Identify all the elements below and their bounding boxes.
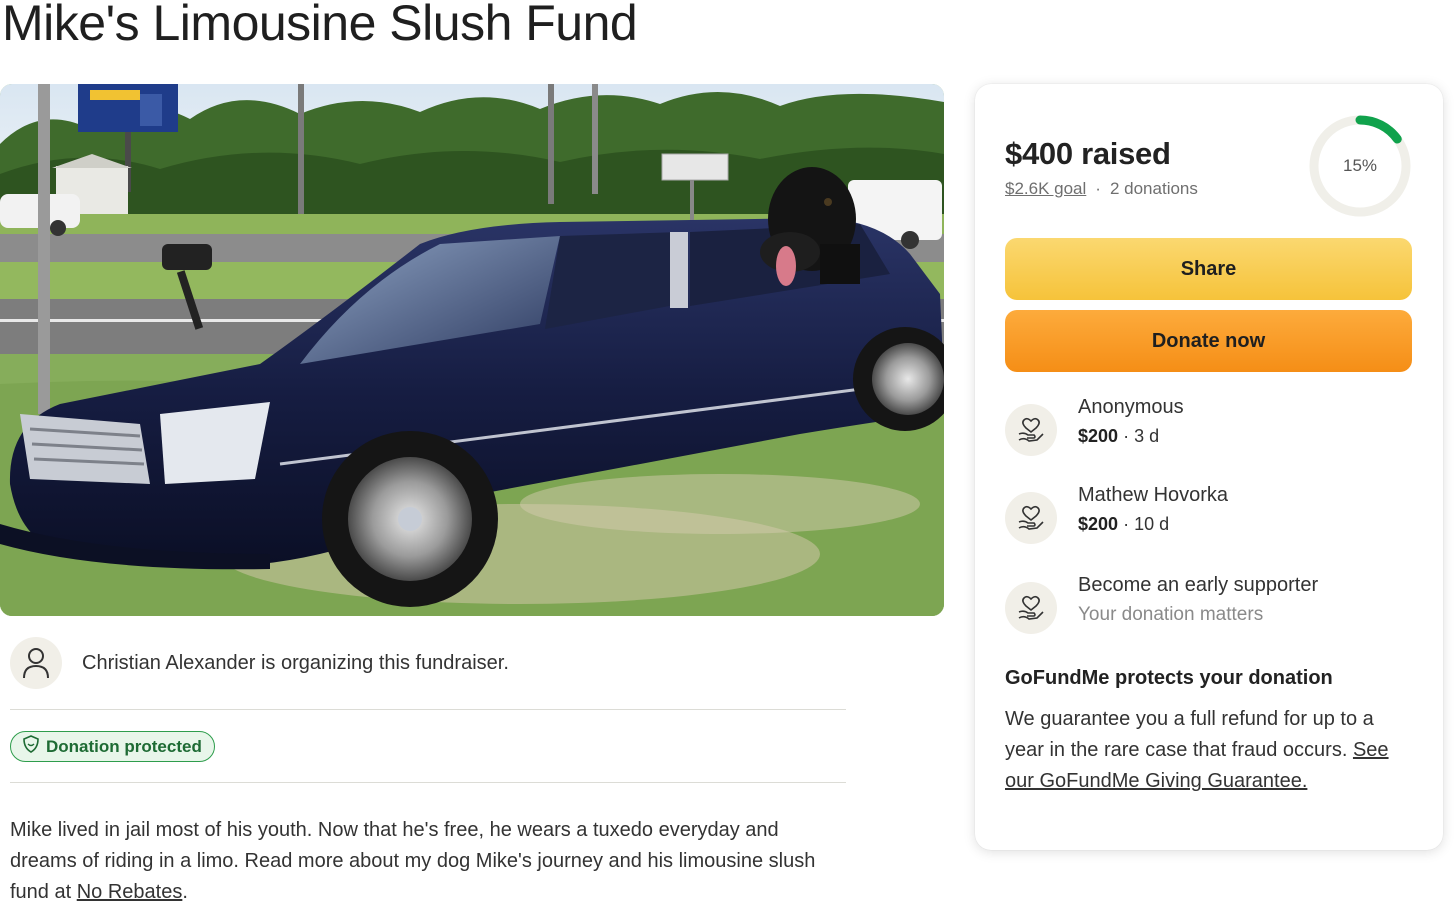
donate-now-button[interactable]: Donate now [1005, 310, 1412, 372]
protects-title: GoFundMe protects your donation [1005, 667, 1333, 689]
organizer-text: Christian Alexander is organizing this f… [82, 651, 509, 674]
donor-detail: $200 · 3 d [1078, 426, 1159, 447]
heart-hand-icon [1005, 582, 1057, 634]
donor-name: Anonymous [1078, 396, 1184, 418]
donor-amount: $200 [1078, 426, 1119, 446]
separator-dot: · [1123, 514, 1130, 534]
organizer-row: Christian Alexander is organizing this f… [10, 636, 846, 690]
badge-label: Donation protected [46, 736, 202, 756]
no-rebates-link[interactable]: No Rebates [77, 881, 183, 903]
donor-item: Mathew Hovorka $200 · 10 d [1005, 484, 1425, 544]
goal-amount[interactable]: $2.6K goal [1005, 179, 1086, 198]
page-title: Mike's Limousine Slush Fund [2, 0, 638, 51]
early-supporter-title: Become an early supporter [1078, 574, 1319, 596]
donation-card: $400 raised $2.6K goal · 2 donations 15% S… [975, 84, 1443, 850]
donor-detail: $200 · 10 d [1078, 514, 1169, 535]
donation-count: 2 donations [1109, 179, 1198, 198]
early-supporter-item: Become an early supporter Your donation … [1005, 574, 1425, 634]
donor-time: 10 d [1134, 514, 1170, 534]
divider [10, 782, 846, 783]
donor-name: Mathew Hovorka [1078, 484, 1229, 506]
protects-text: We guarantee you a full refund for up to… [1005, 704, 1415, 797]
protects-body: We guarantee you a full refund for up to… [1005, 708, 1374, 761]
share-button[interactable]: Share [1005, 238, 1412, 300]
donor-item: Anonymous $200 · 3 d [1005, 396, 1425, 456]
story-text: Mike lived in jail most of his youth. No… [10, 815, 850, 905]
divider [10, 709, 846, 710]
early-supporter-note: Your donation matters [1078, 604, 1264, 625]
story-end: . [182, 881, 188, 903]
amount-raised: $400 raised [1005, 136, 1171, 171]
separator-dot: · [1123, 426, 1130, 446]
hero-image [0, 84, 944, 616]
heart-hand-icon [1005, 492, 1057, 544]
heart-hand-icon [1005, 404, 1057, 456]
donation-protected-badge[interactable]: Donation protected [10, 731, 215, 762]
shield-icon [23, 735, 39, 758]
donor-amount: $200 [1078, 514, 1119, 534]
goal-line: $2.6K goal · 2 donations [1005, 179, 1198, 199]
donor-time: 3 d [1134, 426, 1160, 446]
separator-dot: · [1095, 179, 1101, 198]
progress-percent: 15% [1342, 156, 1378, 175]
person-icon [10, 637, 62, 689]
